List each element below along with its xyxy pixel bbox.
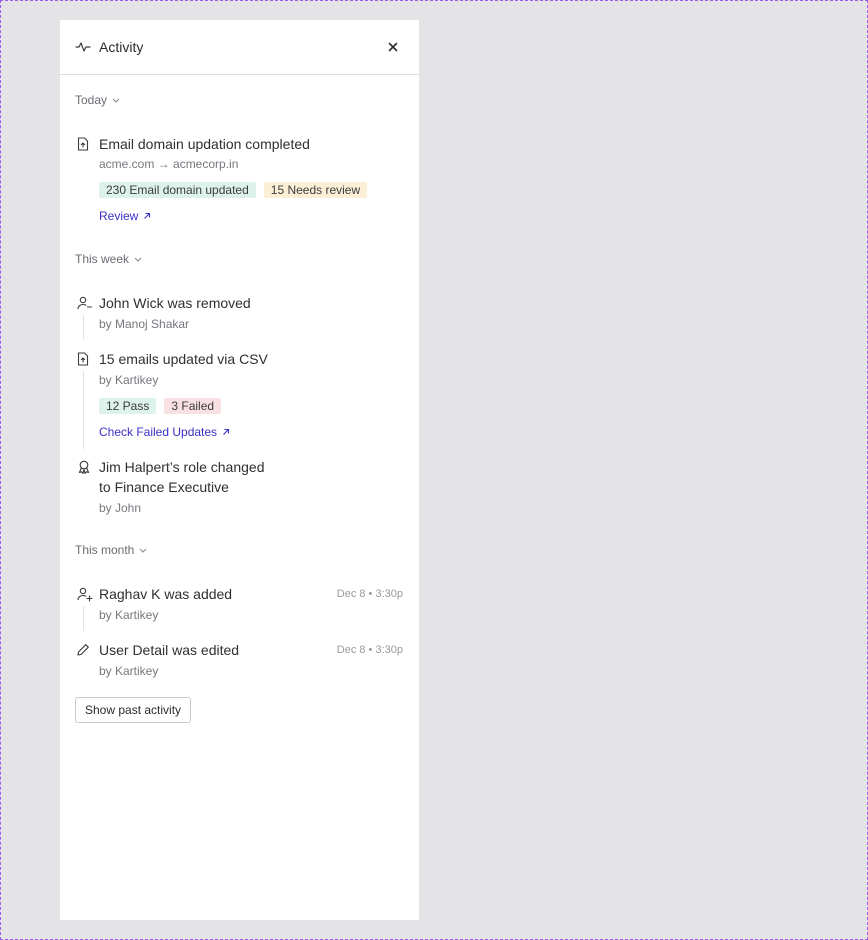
- activity-title: Raghav K was added: [99, 586, 233, 602]
- activity-subtext: by Kartikey: [99, 608, 159, 622]
- chevron-down-icon: [139, 548, 147, 553]
- section-week-label: This week: [75, 252, 130, 266]
- timeline-rail: [83, 606, 84, 631]
- chevron-down-icon: [134, 257, 142, 262]
- status-badge-failed: 3 Failed: [164, 398, 222, 414]
- activity-item-csv-update: 15 emails updated via CSV by Kartikey 12…: [75, 349, 403, 449]
- activity-item-user-edited: User Detail was edited Dec 8 • 3:30p by …: [75, 640, 403, 679]
- activity-pulse-icon: [75, 39, 91, 55]
- activity-item-role-changed: Jim Halpert’s role changed to Finance Ex…: [75, 457, 403, 516]
- activity-title: 15 emails updated via CSV: [99, 351, 268, 367]
- activity-subtext: by Kartikey: [99, 664, 159, 678]
- activity-subtext: by Manoj Shakar: [99, 317, 190, 331]
- activity-item-user-added: Raghav K was added Dec 8 • 3:30p by Kart…: [75, 584, 403, 631]
- timeline-rail: [83, 315, 84, 340]
- status-badge-warning: 15 Needs review: [263, 182, 368, 198]
- check-failed-updates-link[interactable]: Check Failed Updates: [99, 424, 230, 440]
- activity-content: Today Email domain updation completed ac…: [60, 92, 419, 723]
- activity-title: Email domain updation completed: [99, 136, 310, 152]
- activity-item-domain-update: Email domain updation completed acme.com…: [75, 134, 403, 225]
- review-link[interactable]: Review: [99, 208, 151, 224]
- activity-subtext: acme.com → acmecorp.in: [99, 157, 239, 171]
- activity-badges: 230 Email domain updated 15 Needs review: [99, 182, 403, 198]
- panel-title: Activity: [99, 39, 144, 55]
- section-today-label: Today: [75, 93, 108, 107]
- activity-subtext: by John: [99, 501, 142, 515]
- activity-title-line1: Jim Halpert’s role changed: [99, 459, 265, 475]
- status-badge-pass: 12 Pass: [99, 398, 157, 414]
- activity-title: John Wick was removed: [99, 295, 251, 311]
- chevron-down-icon: [112, 98, 120, 103]
- activity-badges: 12 Pass 3 Failed: [99, 398, 403, 414]
- activity-subtext: by Kartikey: [99, 373, 159, 387]
- close-button[interactable]: [383, 37, 403, 57]
- panel-header: Activity: [60, 20, 419, 75]
- activity-title-line2: to Finance Executive: [99, 479, 229, 495]
- section-today-toggle[interactable]: Today: [75, 92, 403, 108]
- activity-timestamp: Dec 8 • 3:30p: [336, 644, 403, 656]
- file-upload-icon: [77, 352, 89, 366]
- activity-panel: Activity Today Email domain updation com…: [60, 20, 419, 920]
- arrow-up-right-icon: [144, 212, 151, 219]
- status-badge-success: 230 Email domain updated: [99, 182, 256, 198]
- activity-item-user-removed: John Wick was removed by Manoj Shakar: [75, 293, 403, 340]
- arrow-up-right-icon: [223, 428, 230, 435]
- activity-timestamp: Dec 8 • 3:30p: [336, 588, 403, 600]
- check-failed-updates-label: Check Failed Updates: [99, 425, 218, 439]
- section-month-label: This month: [75, 543, 135, 557]
- show-past-activity-button[interactable]: Show past activity: [75, 697, 192, 723]
- timeline-rail: [83, 371, 84, 449]
- award-ribbon-icon: [78, 460, 90, 474]
- close-icon: [388, 42, 398, 52]
- section-month-toggle[interactable]: This month: [75, 542, 403, 558]
- review-link-label: Review: [99, 209, 139, 223]
- activity-title: User Detail was edited: [99, 642, 240, 658]
- pencil-icon: [77, 644, 89, 656]
- user-add-icon: [77, 587, 93, 602]
- user-remove-icon: [77, 296, 93, 310]
- file-upload-icon: [77, 137, 89, 151]
- section-week-toggle[interactable]: This week: [75, 251, 403, 267]
